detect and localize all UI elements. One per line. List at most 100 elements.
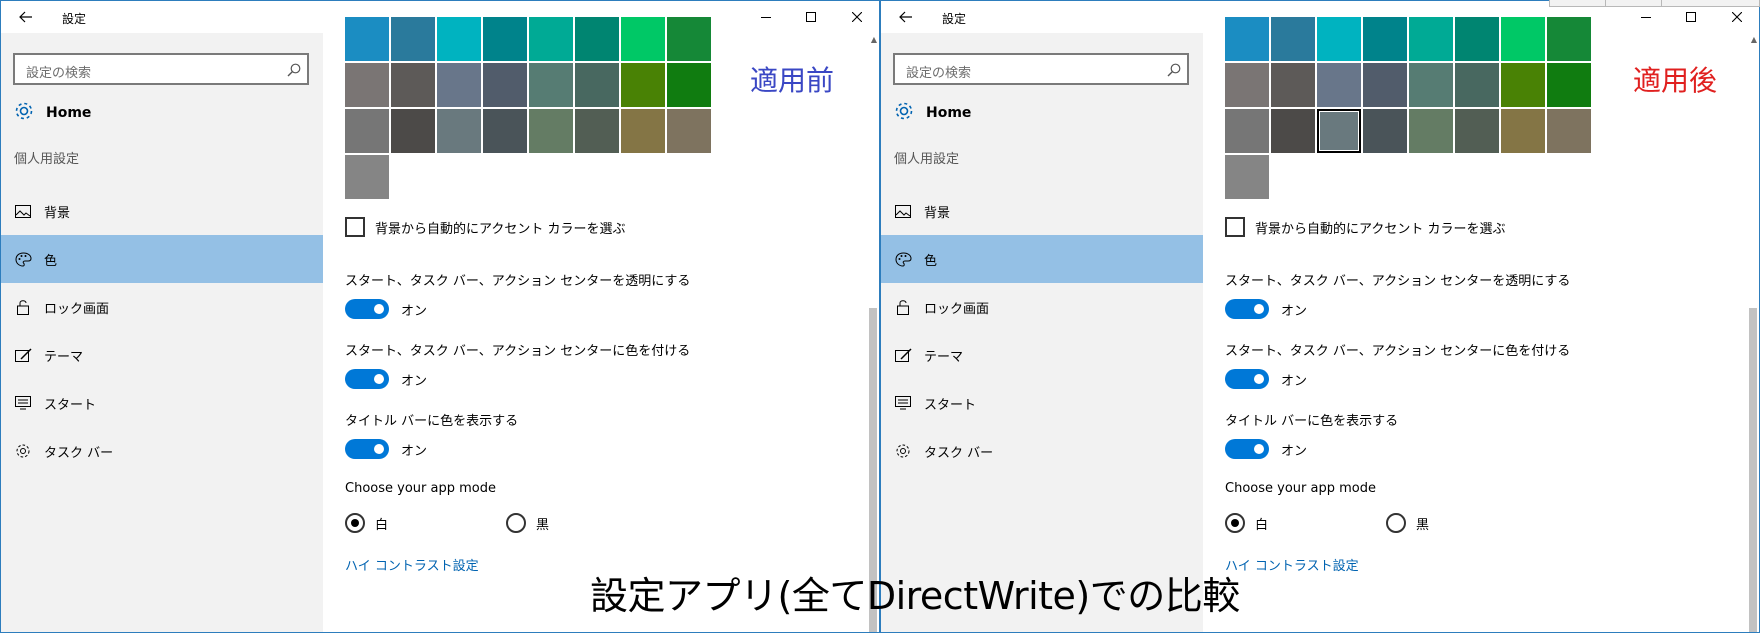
dark-radio[interactable] — [1386, 513, 1406, 533]
color-swatch[interactable] — [529, 109, 573, 153]
color-swatch[interactable] — [621, 17, 665, 61]
color-swatch[interactable] — [1317, 109, 1361, 153]
color-swatch[interactable] — [1271, 63, 1315, 107]
color-swatch[interactable] — [1225, 63, 1269, 107]
color-swatch[interactable] — [1455, 17, 1499, 61]
color-swatch[interactable] — [575, 17, 619, 61]
scrollbar[interactable]: ▲ — [867, 33, 879, 632]
color-swatch[interactable] — [1225, 17, 1269, 61]
color-swatch[interactable] — [391, 109, 435, 153]
color-swatch[interactable] — [1501, 109, 1545, 153]
color-swatch[interactable] — [1409, 109, 1453, 153]
app-mode-dark-option[interactable]: 黒 — [506, 513, 549, 533]
color-swatch[interactable] — [1363, 109, 1407, 153]
sidebar-item-background[interactable]: 背景 — [881, 187, 1203, 235]
color-swatch[interactable] — [1363, 63, 1407, 107]
color-swatch[interactable] — [1271, 17, 1315, 61]
scroll-up-icon[interactable]: ▲ — [1751, 35, 1757, 44]
color-swatch[interactable] — [621, 109, 665, 153]
home-link[interactable]: Home — [893, 97, 971, 129]
maximize-button[interactable] — [788, 1, 834, 33]
color-swatch[interactable] — [391, 63, 435, 107]
sidebar-item-themes[interactable]: テーマ — [1, 331, 323, 379]
transparency-toggle-row[interactable]: オン — [1225, 299, 1307, 319]
sidebar-item-colors[interactable]: 色 — [1, 235, 323, 283]
high-contrast-link[interactable]: ハイ コントラスト設定 — [345, 555, 479, 574]
title-bar-color-toggle[interactable] — [1225, 439, 1269, 459]
color-swatch[interactable] — [1225, 109, 1269, 153]
color-swatch[interactable] — [1455, 63, 1499, 107]
sidebar-item-background[interactable]: 背景 — [1, 187, 323, 235]
search-input[interactable]: 設定の検索 — [893, 53, 1189, 85]
color-swatch[interactable] — [1501, 17, 1545, 61]
color-swatch[interactable] — [345, 155, 389, 199]
colorize-toggle[interactable] — [1225, 369, 1269, 389]
color-swatch[interactable] — [1547, 17, 1591, 61]
back-button[interactable] — [889, 1, 923, 33]
app-mode-dark-option[interactable]: 黒 — [1386, 513, 1429, 533]
search-icon[interactable] — [1167, 62, 1181, 81]
color-swatch[interactable] — [1409, 63, 1453, 107]
dark-radio[interactable] — [506, 513, 526, 533]
color-swatch[interactable] — [437, 17, 481, 61]
sidebar-item-start[interactable]: スタート — [1, 379, 323, 427]
color-swatch[interactable] — [667, 109, 711, 153]
color-swatch[interactable] — [1547, 63, 1591, 107]
auto-accent-checkbox[interactable] — [345, 217, 365, 237]
title-bar-color-toggle-row[interactable]: オン — [345, 439, 427, 459]
auto-accent-checkbox-row[interactable]: 背景から自動的にアクセント カラーを選ぶ — [345, 217, 625, 237]
color-swatch[interactable] — [1271, 109, 1315, 153]
color-swatch[interactable] — [1317, 63, 1361, 107]
color-swatch[interactable] — [1317, 17, 1361, 61]
transparency-toggle[interactable] — [1225, 299, 1269, 319]
title-bar-color-toggle[interactable] — [345, 439, 389, 459]
auto-accent-checkbox[interactable] — [1225, 217, 1245, 237]
search-input[interactable]: 設定の検索 — [13, 53, 309, 85]
sidebar-item-lock-screen[interactable]: ロック画面 — [881, 283, 1203, 331]
color-swatch[interactable] — [1501, 63, 1545, 107]
color-swatch[interactable] — [1363, 17, 1407, 61]
color-swatch[interactable] — [1547, 109, 1591, 153]
color-swatch[interactable] — [345, 63, 389, 107]
light-radio[interactable] — [345, 513, 365, 533]
color-swatch[interactable] — [529, 63, 573, 107]
search-icon[interactable] — [287, 62, 301, 81]
colorize-toggle[interactable] — [345, 369, 389, 389]
color-swatch[interactable] — [621, 63, 665, 107]
color-swatch[interactable] — [1225, 155, 1269, 199]
color-swatch[interactable] — [529, 17, 573, 61]
color-swatch[interactable] — [575, 63, 619, 107]
title-bar-color-toggle-row[interactable]: オン — [1225, 439, 1307, 459]
transparency-toggle-row[interactable]: オン — [345, 299, 427, 319]
sidebar-item-colors[interactable]: 色 — [881, 235, 1203, 283]
scroll-up-icon[interactable]: ▲ — [871, 35, 877, 44]
sidebar-item-lock-screen[interactable]: ロック画面 — [1, 283, 323, 331]
colorize-toggle-row[interactable]: オン — [345, 369, 427, 389]
color-swatch[interactable] — [391, 17, 435, 61]
app-mode-light-option[interactable]: 白 — [345, 513, 388, 533]
color-swatch[interactable] — [483, 63, 527, 107]
color-swatch[interactable] — [667, 63, 711, 107]
auto-accent-checkbox-row[interactable]: 背景から自動的にアクセント カラーを選ぶ — [1225, 217, 1505, 237]
transparency-toggle[interactable] — [345, 299, 389, 319]
sidebar-item-start[interactable]: スタート — [881, 379, 1203, 427]
color-swatch[interactable] — [483, 109, 527, 153]
color-swatch[interactable] — [483, 17, 527, 61]
color-swatch[interactable] — [437, 109, 481, 153]
back-button[interactable] — [9, 1, 43, 33]
sidebar-item-taskbar[interactable]: タスク バー — [881, 427, 1203, 475]
color-swatch[interactable] — [1409, 17, 1453, 61]
sidebar-item-themes[interactable]: テーマ — [881, 331, 1203, 379]
scrollbar-thumb[interactable] — [1749, 308, 1757, 632]
color-swatch[interactable] — [437, 63, 481, 107]
light-radio[interactable] — [1225, 513, 1245, 533]
minimize-button[interactable] — [743, 1, 789, 33]
scrollbar[interactable]: ▲ — [1747, 33, 1759, 632]
home-link[interactable]: Home — [13, 97, 91, 129]
color-swatch[interactable] — [345, 17, 389, 61]
colorize-toggle-row[interactable]: オン — [1225, 369, 1307, 389]
close-button[interactable] — [834, 1, 879, 33]
app-mode-light-option[interactable]: 白 — [1225, 513, 1268, 533]
color-swatch[interactable] — [345, 109, 389, 153]
sidebar-item-taskbar[interactable]: タスク バー — [1, 427, 323, 475]
